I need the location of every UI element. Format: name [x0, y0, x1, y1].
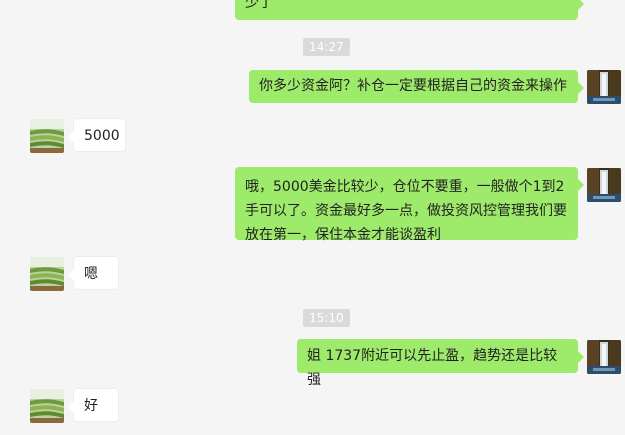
message-text: 5000 — [84, 128, 120, 144]
message-bubble-self[interactable]: 少了 — [235, 0, 584, 20]
chat-message-list[interactable]: 少了 14:27 你多少资金阿？补仓一定要根据自己的资金来操作 5000 哦，5… — [0, 0, 625, 435]
message-text: 嗯 — [84, 266, 98, 282]
waterfall-photo-avatar-icon — [587, 168, 621, 202]
message-bubble-contact[interactable]: 好 — [68, 388, 119, 422]
terraced-fields-avatar-icon — [30, 389, 64, 423]
terraced-fields-avatar-icon — [30, 119, 64, 153]
self-avatar[interactable] — [587, 70, 621, 104]
timestamp-text: 14:27 — [309, 40, 344, 54]
message-bubble-contact[interactable]: 嗯 — [68, 256, 119, 290]
contact-avatar[interactable] — [30, 119, 64, 153]
message-timestamp: 15:10 — [303, 309, 350, 327]
message-bubble-contact[interactable]: 5000 — [68, 118, 126, 152]
message-text: 好 — [84, 398, 98, 414]
message-text: 姐 1737附近可以先止盈，趋势还是比较强 — [307, 348, 558, 388]
timestamp-text: 15:10 — [309, 311, 344, 325]
waterfall-photo-avatar-icon — [587, 70, 621, 104]
message-bubble-self[interactable]: 你多少资金阿？补仓一定要根据自己的资金来操作 — [249, 70, 584, 103]
waterfall-photo-avatar-icon — [587, 340, 621, 374]
message-bubble-self[interactable]: 姐 1737附近可以先止盈，趋势还是比较强 — [297, 339, 584, 388]
message-timestamp: 14:27 — [303, 38, 350, 56]
terraced-fields-avatar-icon — [30, 257, 64, 291]
contact-avatar[interactable] — [30, 389, 64, 423]
contact-avatar[interactable] — [30, 257, 64, 291]
message-bubble-self[interactable]: 哦，5000美金比较少，仓位不要重，一般做个1到2手可以了。资金最好多一点，做投… — [235, 167, 584, 243]
self-avatar[interactable] — [587, 168, 621, 202]
message-text: 你多少资金阿？补仓一定要根据自己的资金来操作 — [259, 78, 567, 94]
message-text: 哦，5000美金比较少，仓位不要重，一般做个1到2手可以了。资金最好多一点，做投… — [245, 179, 567, 243]
self-avatar[interactable] — [587, 340, 621, 374]
message-text: 少了 — [245, 0, 273, 11]
